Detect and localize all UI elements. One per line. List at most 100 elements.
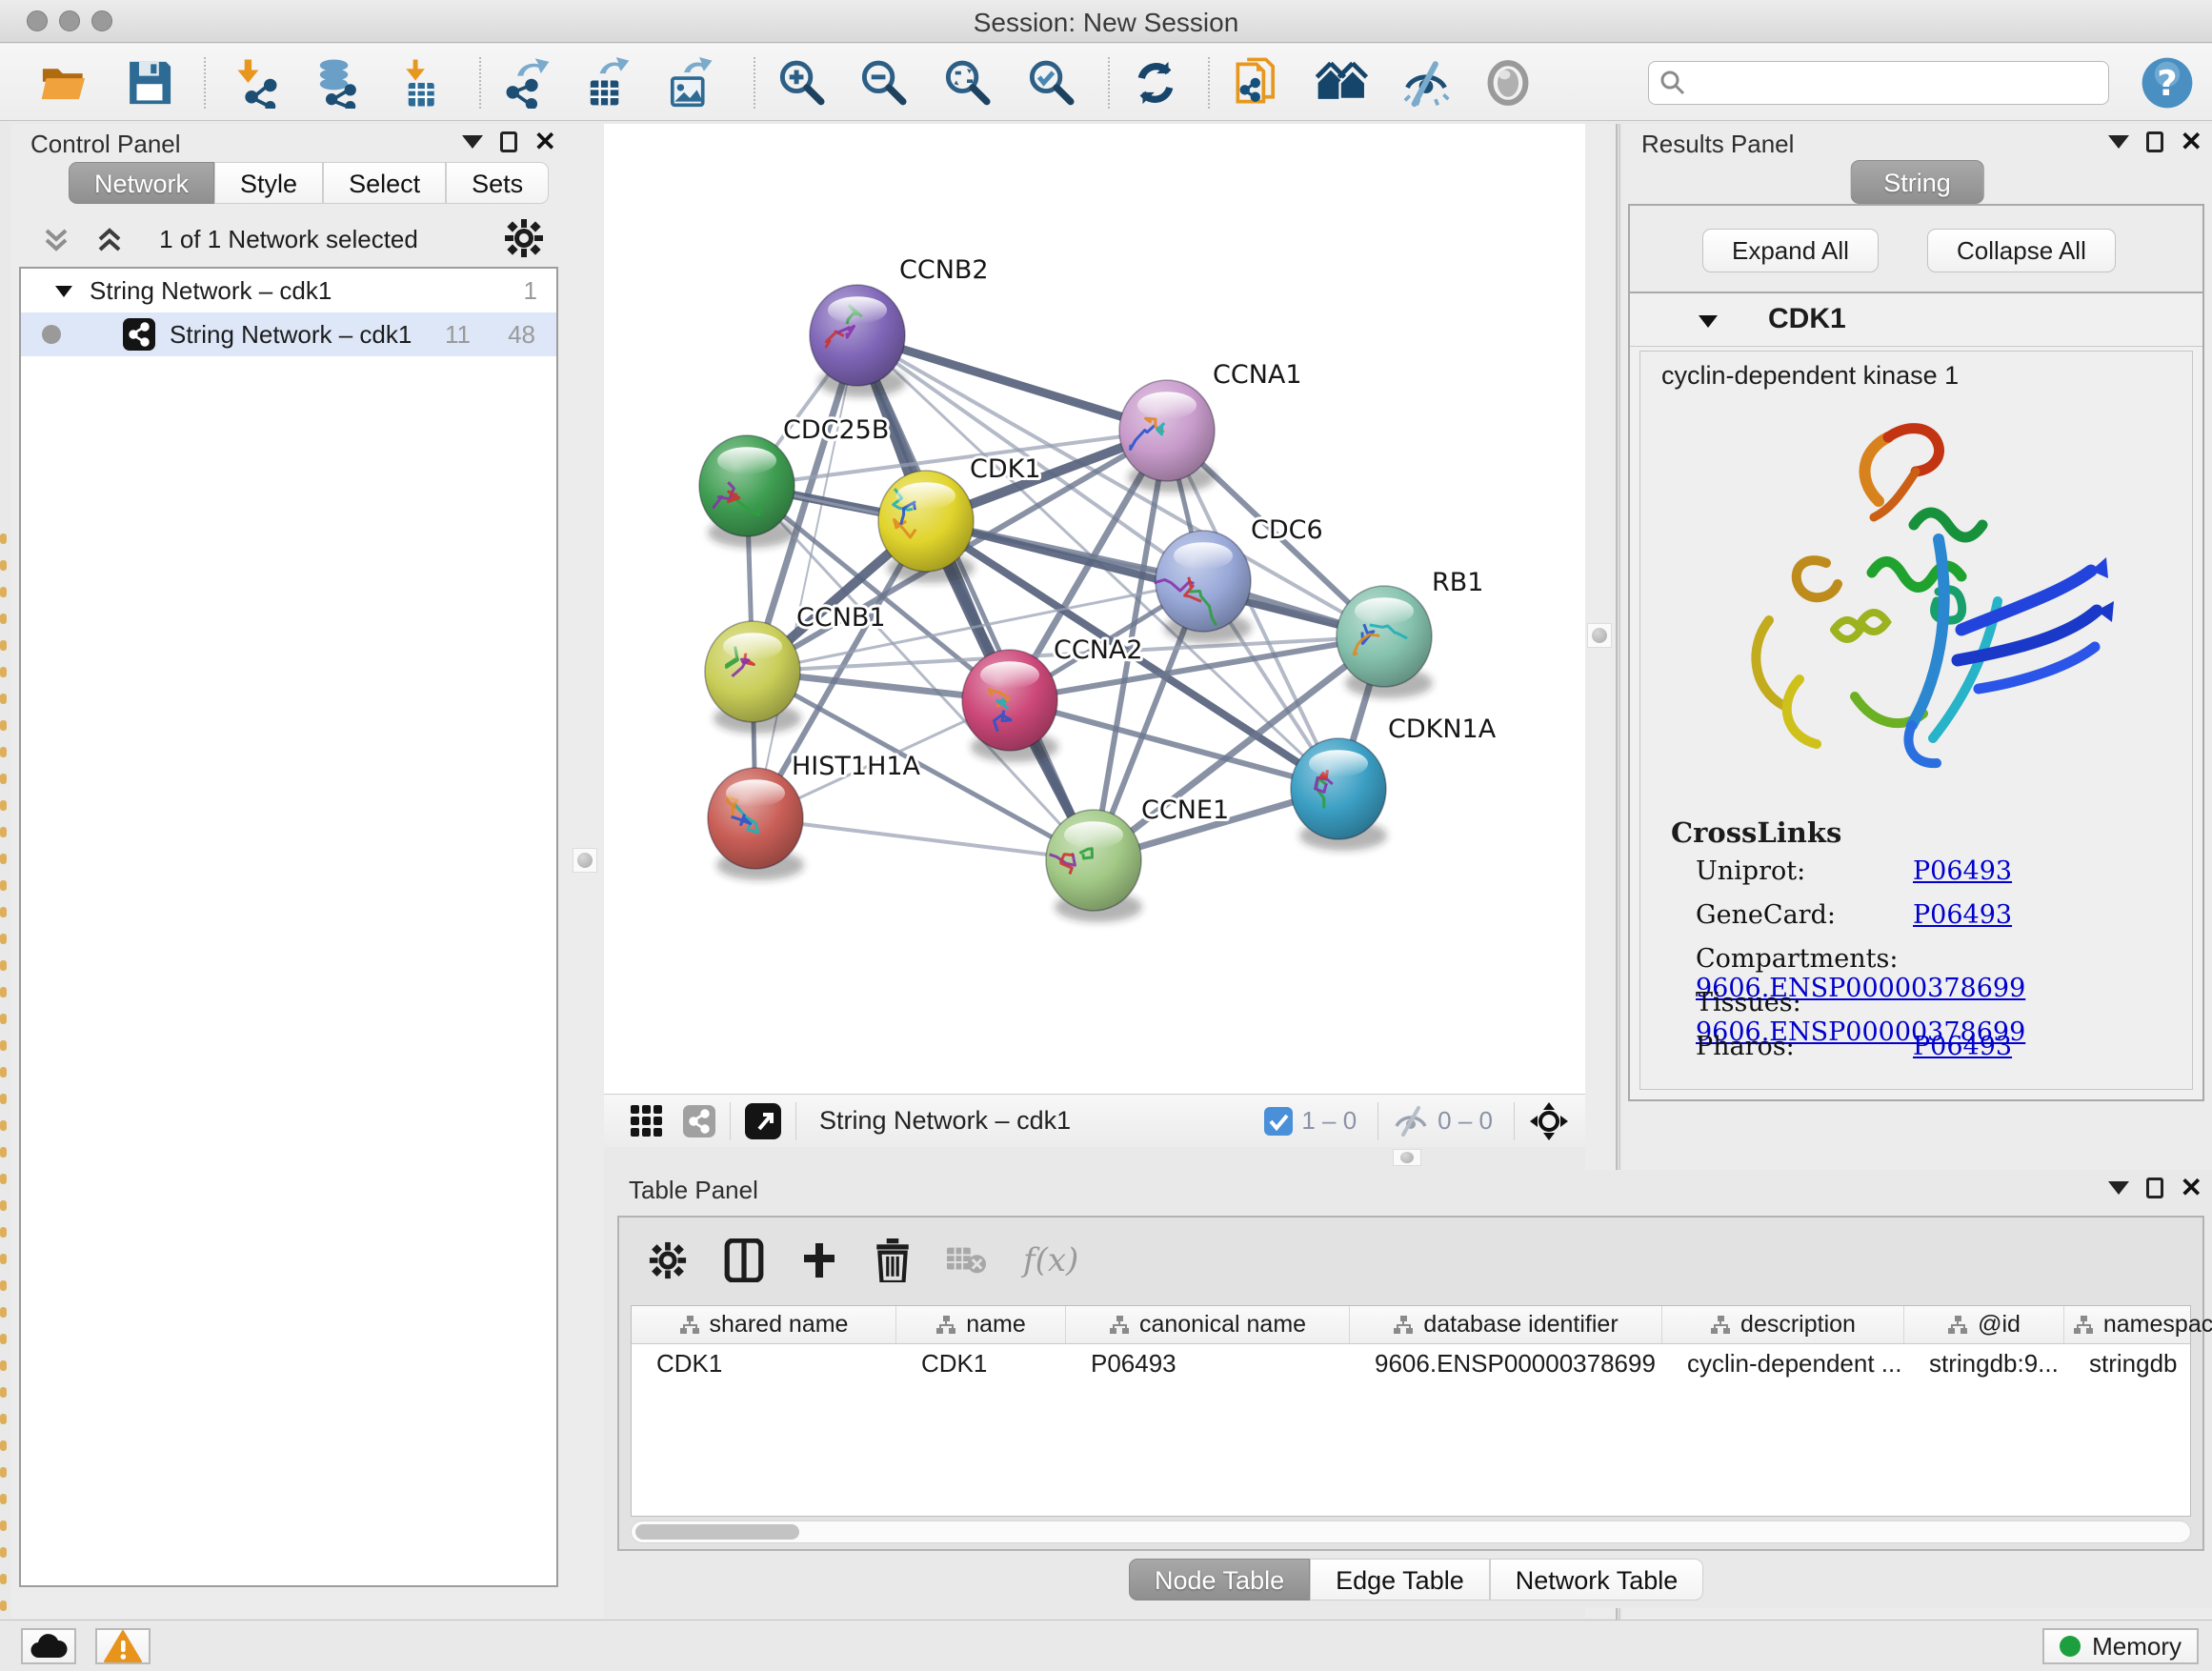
node-CCNE1[interactable] <box>1046 810 1142 922</box>
node-HIST1H1A[interactable] <box>708 768 804 880</box>
node-CDK1[interactable] <box>878 471 975 583</box>
panel-menu-icon[interactable] <box>2108 1181 2129 1195</box>
tab-style[interactable]: Style <box>214 162 323 204</box>
table-cell[interactable]: 9606.ENSP00000378699 <box>1350 1344 1662 1382</box>
table-cell[interactable]: stringdb <box>2064 1344 2212 1382</box>
close-panel-icon[interactable]: ✕ <box>534 131 556 152</box>
float-panel-icon[interactable] <box>2146 1178 2163 1198</box>
node-CCNB1[interactable] <box>705 621 801 734</box>
column-header-description[interactable]: description <box>1662 1306 1904 1343</box>
import-database-icon[interactable] <box>307 53 366 112</box>
network-collection-row[interactable]: String Network – cdk1 1 <box>21 269 556 312</box>
column-header-canonicalname[interactable]: canonical name <box>1066 1306 1350 1343</box>
tab-network-table[interactable]: Network Table <box>1490 1559 1704 1601</box>
crosslink-link[interactable]: P06493 <box>1913 856 2012 886</box>
tab-node-table[interactable]: Node Table <box>1129 1559 1310 1601</box>
column-header-namespace[interactable]: namespace <box>2064 1306 2212 1343</box>
gear-icon[interactable] <box>503 217 545 264</box>
node-CDC25B[interactable] <box>699 435 795 548</box>
hide-visibility-icon[interactable] <box>1397 53 1456 112</box>
table-cell[interactable]: CDK1 <box>632 1344 896 1382</box>
columns-icon[interactable] <box>724 1238 764 1282</box>
current-network-dot <box>42 325 61 344</box>
save-icon[interactable] <box>120 53 179 112</box>
delete-table-icon[interactable] <box>947 1243 987 1278</box>
expander-icon[interactable] <box>53 282 74 299</box>
export-network-icon[interactable] <box>497 53 556 112</box>
zoom-out-icon[interactable] <box>854 53 913 112</box>
table-row[interactable]: CDK1CDK1P064939606.ENSP00000378699cyclin… <box>632 1344 2190 1382</box>
left-splitter[interactable] <box>566 124 604 1618</box>
table-cell[interactable]: CDK1 <box>896 1344 1066 1382</box>
column-header-databaseidentifier[interactable]: database identifier <box>1350 1306 1662 1343</box>
scrollbar-thumb[interactable] <box>635 1524 799 1540</box>
warning-icon[interactable] <box>95 1628 151 1664</box>
trash-icon[interactable] <box>875 1238 911 1282</box>
help-icon[interactable]: ? <box>2138 53 2197 112</box>
expander-icon[interactable] <box>1697 312 1719 330</box>
selected-checkbox[interactable] <box>1263 1106 1294 1137</box>
memory-button[interactable]: Memory <box>2042 1628 2199 1664</box>
crosslink-link[interactable]: P06493 <box>1913 1032 2012 1061</box>
crosslink-label: Compartments: <box>1696 944 1913 974</box>
close-panel-icon[interactable]: ✕ <box>2181 1178 2202 1198</box>
tab-sets[interactable]: Sets <box>446 162 549 204</box>
tab-select[interactable]: Select <box>323 162 446 204</box>
network-row[interactable]: String Network – cdk1 11 48 <box>21 312 556 356</box>
float-panel-icon[interactable] <box>2146 131 2163 152</box>
splitter-handle[interactable] <box>573 848 597 873</box>
homes-icon[interactable] <box>1313 53 1372 112</box>
gear-icon[interactable] <box>648 1240 688 1280</box>
zoom-fit-icon[interactable] <box>937 53 996 112</box>
horizontal-splitter-handle[interactable] <box>1393 1149 1421 1166</box>
open-folder-icon[interactable] <box>34 53 93 112</box>
column-header-sharedname[interactable]: shared name <box>632 1306 896 1343</box>
search-input[interactable] <box>1648 61 2109 105</box>
grid-icon[interactable] <box>629 1103 665 1139</box>
import-table-icon[interactable] <box>391 53 450 112</box>
sphere-icon[interactable] <box>1478 53 1538 112</box>
collapse-all-button[interactable]: Collapse All <box>1927 229 2116 272</box>
hidden-eye-icon[interactable] <box>1392 1105 1430 1137</box>
function-icon[interactable]: f(x) <box>1023 1241 1078 1279</box>
table-cell[interactable]: stringdb:9... <box>1904 1344 2064 1382</box>
network-canvas[interactable]: CCNB2CCNA1CDC25BCDK1CDC6RB1CCNB1CCNA2CDK… <box>604 124 1585 1094</box>
import-network-icon[interactable] <box>227 53 286 112</box>
edge-HIST1H1A-CCNE1[interactable] <box>755 818 1094 860</box>
zoom-selected-icon[interactable] <box>1021 53 1080 112</box>
node-CDKN1A[interactable] <box>1291 738 1387 851</box>
add-column-icon[interactable] <box>800 1241 838 1279</box>
node-CCNA1[interactable] <box>1119 380 1216 493</box>
table-cell[interactable]: cyclin-dependent ... <box>1662 1344 1904 1382</box>
panel-menu-icon[interactable] <box>2108 135 2129 149</box>
node-RB1[interactable] <box>1337 586 1433 698</box>
horizontal-scrollbar[interactable] <box>631 1520 2191 1543</box>
close-panel-icon[interactable]: ✕ <box>2181 131 2202 152</box>
tab-network[interactable]: Network <box>69 162 214 204</box>
tab-edge-table[interactable]: Edge Table <box>1310 1559 1490 1601</box>
panel-menu-icon[interactable] <box>462 135 483 149</box>
export-view-icon[interactable] <box>744 1102 782 1140</box>
export-table-icon[interactable] <box>577 53 636 112</box>
export-image-icon[interactable] <box>659 53 718 112</box>
refresh-icon[interactable] <box>1126 53 1185 112</box>
birdseye-icon[interactable] <box>1528 1100 1570 1142</box>
table-cell[interactable]: P06493 <box>1066 1344 1350 1382</box>
search-field[interactable] <box>1687 70 2087 96</box>
node-CDC6[interactable] <box>1155 531 1252 643</box>
column-header-id[interactable]: @id <box>1904 1306 2064 1343</box>
crosslink-link[interactable]: P06493 <box>1913 900 2012 930</box>
node-CCNA2[interactable] <box>962 650 1058 762</box>
share-icon[interactable] <box>682 1104 716 1138</box>
column-header-name[interactable]: name <box>896 1306 1066 1343</box>
result-entry-header[interactable]: CDK1 <box>1630 293 2202 347</box>
splitter-handle[interactable] <box>1587 623 1612 648</box>
toolbar-separator <box>204 57 206 109</box>
cloud-icon[interactable] <box>21 1628 76 1664</box>
expand-all-button[interactable]: Expand All <box>1702 229 1879 272</box>
float-panel-icon[interactable] <box>500 131 517 152</box>
share-file-icon[interactable] <box>1227 53 1286 112</box>
zoom-in-icon[interactable] <box>772 53 831 112</box>
tab-string[interactable]: String <box>1850 160 1984 204</box>
node-CCNB2[interactable] <box>810 285 906 397</box>
